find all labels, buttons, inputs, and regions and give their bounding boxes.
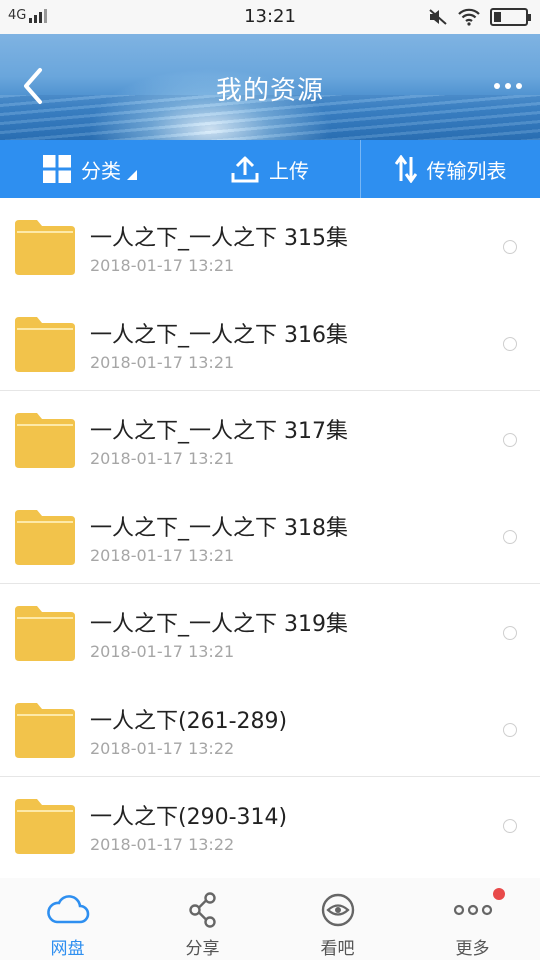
- folder-icon: [15, 606, 75, 661]
- select-radio[interactable]: [503, 819, 517, 833]
- status-bar: 4G 13:21: [0, 0, 540, 34]
- notification-badge: [493, 888, 505, 900]
- list-item[interactable]: 一人之下(261-289) 2018-01-17 13:22: [0, 681, 540, 777]
- nav-item-more[interactable]: 更多: [405, 878, 540, 960]
- share-icon: [188, 892, 216, 928]
- battery-icon: [490, 8, 531, 26]
- file-date: 2018-01-17 13:22: [90, 835, 235, 854]
- list-item[interactable]: 一人之下_一人之下 316集 2018-01-17 13:21: [0, 295, 540, 391]
- upload-icon: [231, 156, 259, 183]
- list-item[interactable]: 一人之下_一人之下 318集 2018-01-17 13:21: [0, 488, 540, 584]
- select-radio[interactable]: [503, 336, 517, 351]
- folder-icon: [15, 220, 75, 275]
- cloud-icon: [46, 895, 89, 924]
- nav-label: 更多: [455, 939, 490, 959]
- transfer-arrows-icon: [394, 155, 417, 183]
- nav-label: 分享: [185, 939, 220, 959]
- wifi-icon: [458, 8, 480, 26]
- select-radio[interactable]: [503, 722, 517, 737]
- classify-button[interactable]: 分类: [0, 140, 180, 198]
- more-dots-icon: [453, 904, 492, 916]
- select-radio[interactable]: [503, 626, 517, 640]
- file-date: 2018-01-17 13:21: [90, 545, 235, 565]
- file-date: 2018-01-17 13:21: [90, 449, 235, 468]
- nav-item-cloud-drive[interactable]: 网盘: [0, 878, 135, 960]
- folder-icon: [15, 702, 75, 758]
- file-name: 一人之下(261-289): [90, 708, 288, 734]
- header: 我的资源: [0, 34, 540, 140]
- classify-label: 分类: [81, 158, 121, 183]
- file-name: 一人之下_一人之下 319集: [90, 612, 348, 637]
- bottom-nav: 网盘 分享 看吧 更多: [0, 878, 540, 960]
- file-date: 2018-01-17 13:21: [90, 256, 235, 275]
- transfer-label: 传输列表: [426, 158, 507, 183]
- nav-label: 网盘: [50, 939, 85, 959]
- file-name: 一人之下_一人之下 317集: [90, 419, 348, 444]
- file-name: 一人之下(290-314): [90, 805, 288, 830]
- file-date: 2018-01-17 13:22: [90, 738, 235, 758]
- folder-icon: [15, 413, 75, 468]
- folder-icon: [15, 316, 75, 372]
- list-item[interactable]: 一人之下(290-314) 2018-01-17 13:22: [0, 777, 540, 874]
- nav-item-watch[interactable]: 看吧: [270, 878, 405, 960]
- folder-icon: [15, 799, 75, 854]
- more-options-button[interactable]: [490, 74, 526, 98]
- page-title: 我的资源: [215, 76, 324, 106]
- action-toolbar: 分类 上传 传输列表: [0, 140, 540, 198]
- more-horizontal-icon: [494, 83, 522, 89]
- mute-icon: [429, 9, 447, 25]
- grid-icon: [43, 155, 71, 183]
- dropdown-triangle-icon: [127, 170, 137, 180]
- file-list: 一人之下_一人之下 315集 2018-01-17 13:21 一人之下_一人之…: [0, 198, 540, 878]
- file-date: 2018-01-17 13:21: [90, 352, 235, 372]
- upload-label: 上传: [269, 158, 309, 183]
- nav-item-share[interactable]: 分享: [135, 878, 270, 960]
- file-name: 一人之下_一人之下 318集: [90, 515, 348, 541]
- folder-icon: [15, 509, 75, 565]
- select-radio[interactable]: [503, 240, 517, 254]
- upload-button[interactable]: 上传: [180, 140, 360, 198]
- file-date: 2018-01-17 13:21: [90, 642, 235, 661]
- transfer-list-button[interactable]: 传输列表: [360, 140, 540, 198]
- list-item[interactable]: 一人之下_一人之下 315集 2018-01-17 13:21: [0, 198, 540, 295]
- select-radio[interactable]: [503, 433, 517, 447]
- status-icons: [428, 8, 531, 26]
- nav-label: 看吧: [320, 939, 355, 959]
- file-name: 一人之下_一人之下 315集: [90, 226, 348, 251]
- file-name: 一人之下_一人之下 316集: [90, 322, 348, 348]
- list-item[interactable]: 一人之下_一人之下 317集 2018-01-17 13:21: [0, 391, 540, 488]
- eye-icon: [321, 893, 354, 927]
- list-item[interactable]: 一人之下_一人之下 319集 2018-01-17 13:21: [0, 584, 540, 681]
- select-radio[interactable]: [503, 529, 517, 544]
